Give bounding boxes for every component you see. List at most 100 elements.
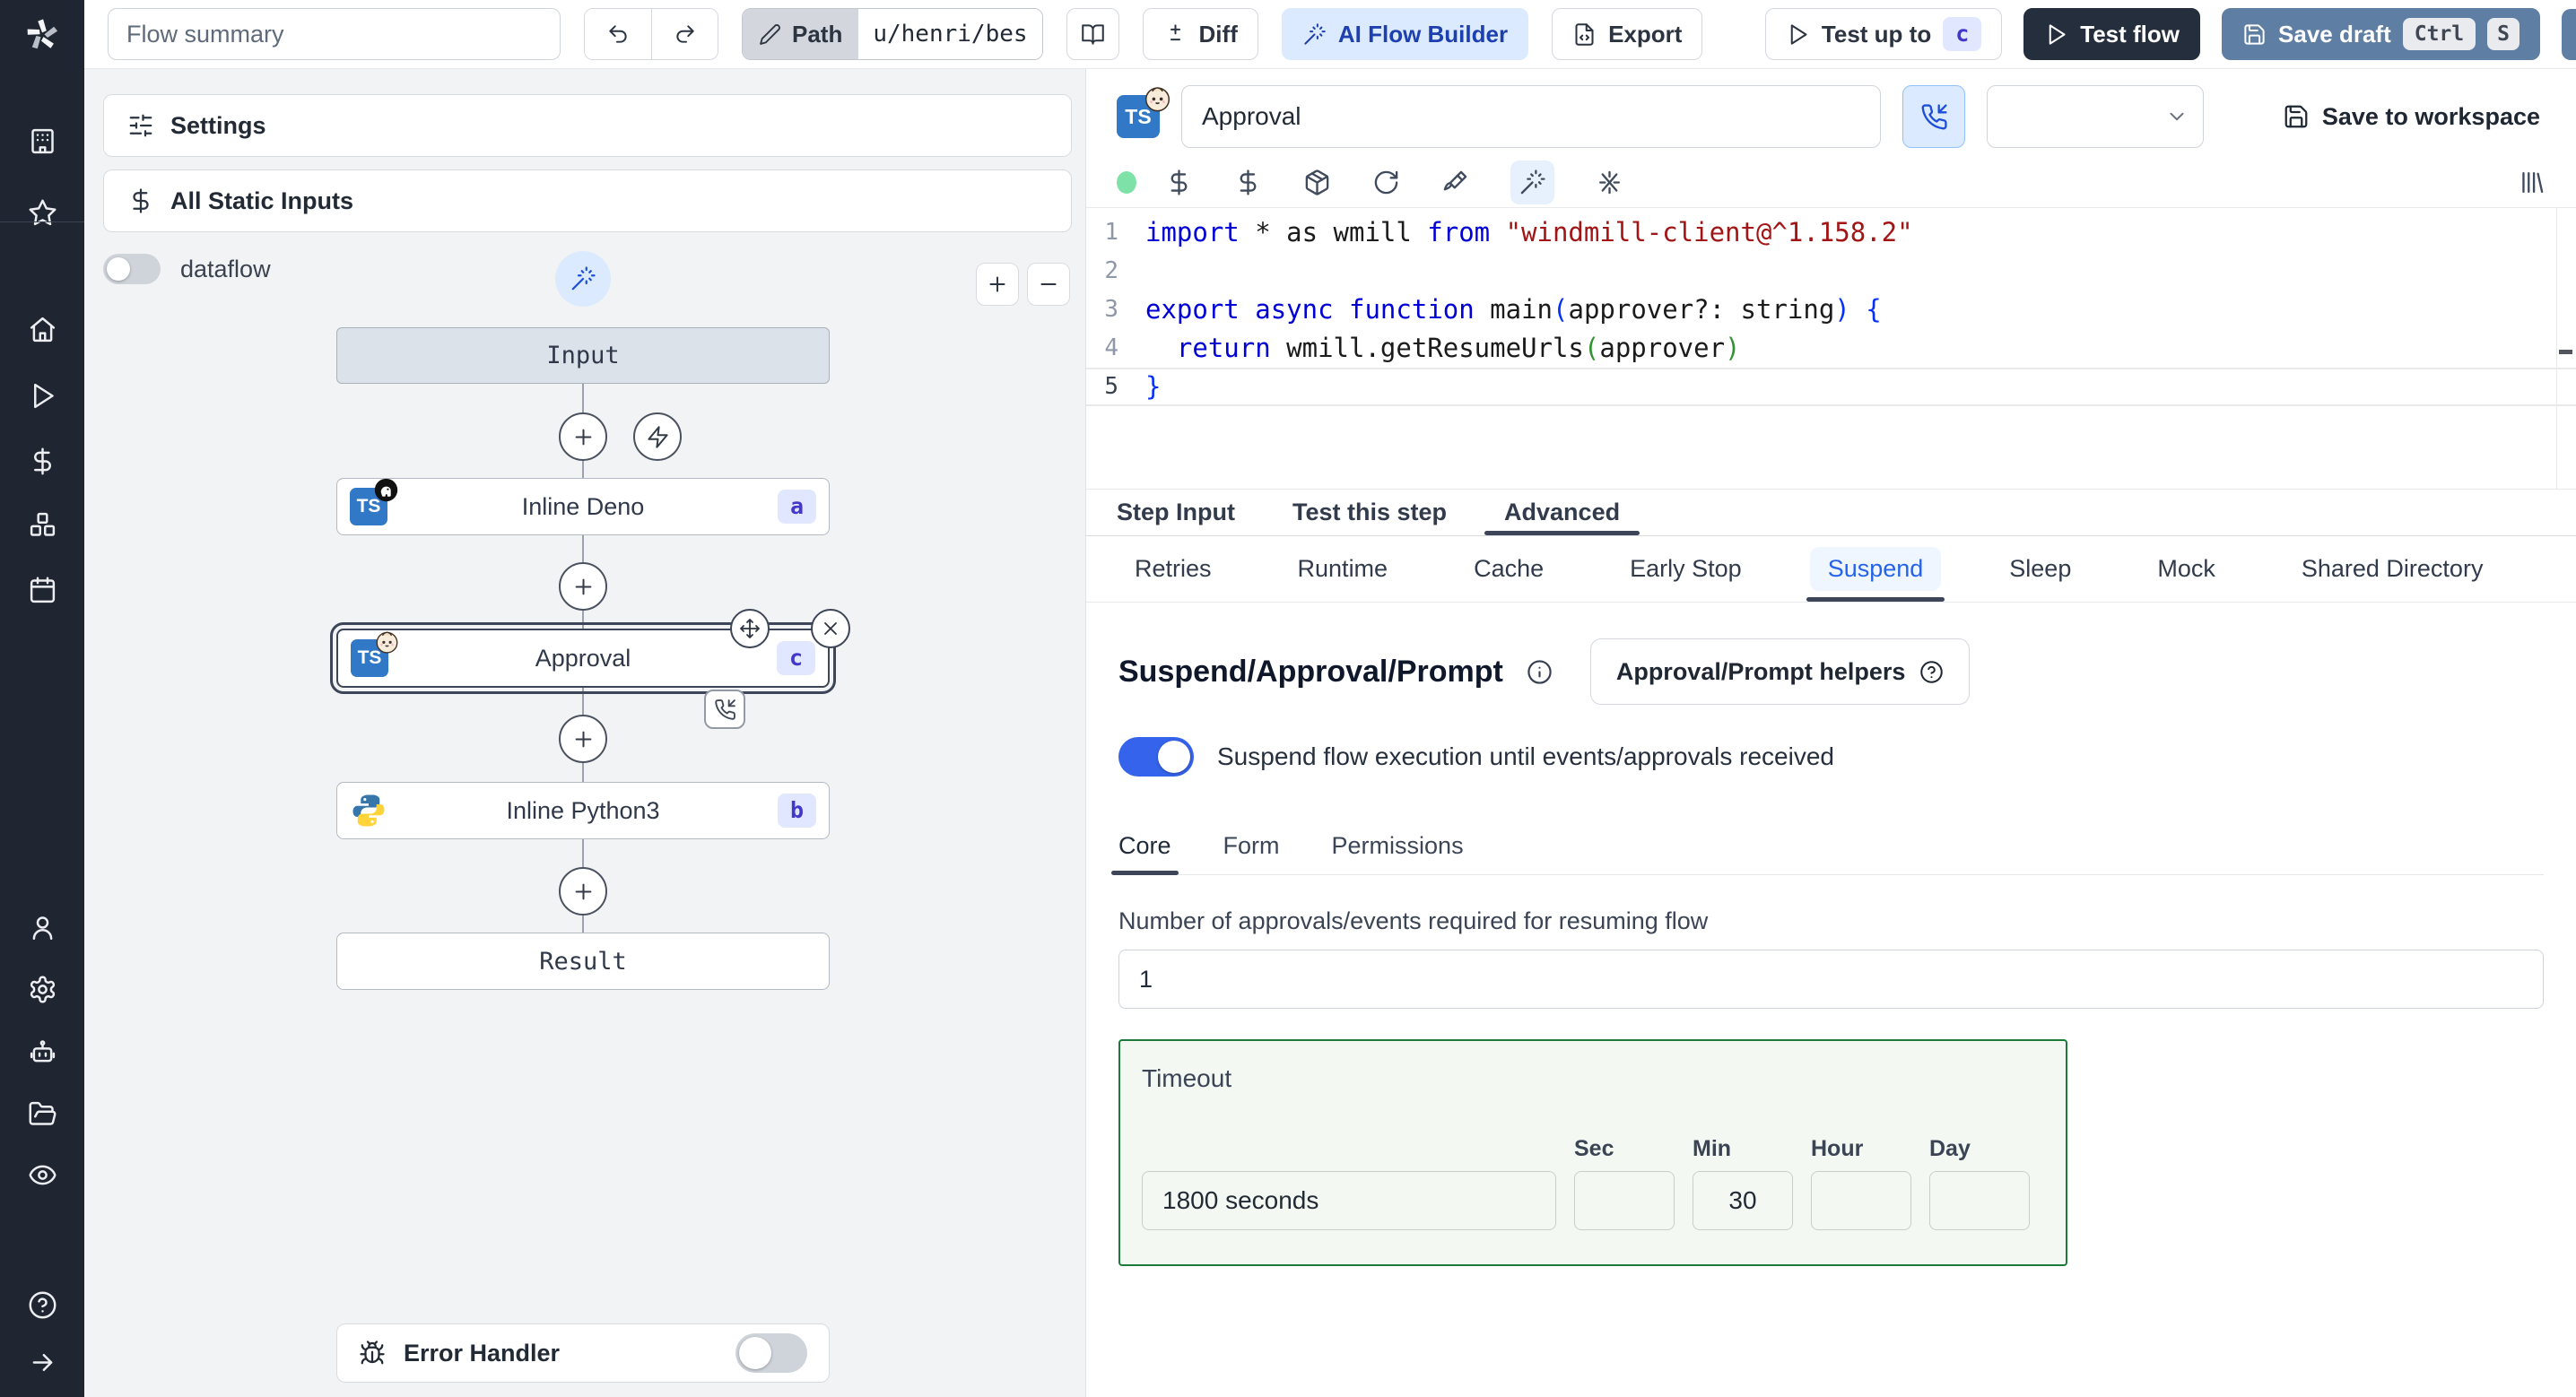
path-label-segment: Path: [743, 9, 859, 59]
sidebar-item-home[interactable]: [0, 311, 84, 347]
flow-node-inline-python3[interactable]: Inline Python3 b: [336, 782, 830, 839]
timeout-unit-sec: Sec: [1574, 1136, 1675, 1230]
suspend-enabled-toggle[interactable]: [1118, 737, 1194, 777]
approvals-count-input[interactable]: [1118, 950, 2544, 1009]
dollar-icon: [28, 447, 57, 476]
timeout-min-input[interactable]: [1693, 1171, 1793, 1230]
timeout-sec-input[interactable]: [1574, 1171, 1675, 1230]
node-id-badge: c: [776, 641, 815, 675]
tab-test-this-step[interactable]: Test this step: [1292, 490, 1447, 535]
sidebar-item-workers[interactable]: [0, 1034, 84, 1070]
flow-node-approval-selected[interactable]: TS Approval c: [330, 609, 850, 729]
tab-runtime[interactable]: Runtime: [1280, 536, 1406, 602]
tab-core[interactable]: Core: [1111, 832, 1179, 875]
package-tool-button[interactable]: [1303, 169, 1331, 196]
dataflow-label: dataflow: [180, 255, 271, 282]
info-icon[interactable]: [1527, 659, 1553, 685]
error-handler-toggle[interactable]: [735, 1333, 807, 1373]
flow-summary-input[interactable]: [108, 8, 561, 60]
sidebar-item-resources[interactable]: [0, 507, 84, 542]
suspend-approval-indicator[interactable]: [704, 690, 745, 729]
test-up-to-button[interactable]: Test up to c: [1764, 8, 2003, 60]
plus-icon: [571, 880, 596, 904]
timeout-summary-input[interactable]: [1142, 1171, 1556, 1230]
tab-step-input[interactable]: Step Input: [1117, 490, 1235, 535]
eye-icon: [28, 1160, 57, 1190]
variables-tool-button[interactable]: [1165, 169, 1193, 196]
undo-redo-group: [584, 8, 718, 60]
sidebar-item-help[interactable]: [0, 1287, 84, 1323]
tab-form[interactable]: Form: [1223, 832, 1280, 874]
script-library-button[interactable]: [2518, 169, 2546, 196]
tab-advanced[interactable]: Advanced: [1484, 490, 1640, 535]
timeout-day-input[interactable]: [1929, 1171, 2030, 1230]
tab-label: Step Input: [1117, 499, 1235, 525]
insert-step-button[interactable]: [559, 867, 607, 915]
timeout-unit-day: Day: [1929, 1136, 2030, 1230]
save-to-workspace-button[interactable]: Save to workspace: [2283, 103, 2540, 131]
suspend-header: Suspend/Approval/Prompt Approval/Prompt …: [1118, 638, 2544, 705]
zoom-in-button[interactable]: [976, 263, 1019, 306]
error-handler-label: Error Handler: [404, 1339, 561, 1367]
format-tool-button[interactable]: [1441, 169, 1469, 196]
flow-node-inline-deno[interactable]: TS Inline Deno a: [336, 478, 830, 535]
tab-suspend[interactable]: Suspend: [1806, 536, 1945, 602]
ai-gen-tool-button[interactable]: [1510, 160, 1554, 204]
suspend-approval-badge-button[interactable]: [1902, 85, 1965, 148]
sidebar-item-favorites[interactable]: [0, 195, 84, 230]
tab-cache[interactable]: Cache: [1456, 536, 1562, 602]
undo-button[interactable]: [585, 9, 651, 59]
docs-button[interactable]: [1066, 8, 1119, 60]
timeout-hour-input[interactable]: [1811, 1171, 1911, 1230]
dataflow-toggle[interactable]: [103, 254, 161, 284]
all-static-inputs-button[interactable]: All Static Inputs: [103, 169, 1072, 232]
sidebar-expand-button[interactable]: [0, 1344, 84, 1380]
tab-permissions[interactable]: Permissions: [1332, 832, 1464, 874]
tab-shared-directory[interactable]: Shared Directory: [2284, 536, 2502, 602]
ai-flow-builder-button[interactable]: AI Flow Builder: [1281, 8, 1529, 60]
sidebar-item-variables[interactable]: [0, 443, 84, 479]
flow-node-input[interactable]: Input: [336, 327, 830, 384]
sidebar-item-folders[interactable]: [0, 1096, 84, 1132]
sidebar-item-schedules[interactable]: [0, 572, 84, 608]
sidebar-item-settings[interactable]: [0, 971, 84, 1007]
editor-minimap[interactable]: [2556, 208, 2576, 489]
tab-early-stop[interactable]: Early Stop: [1612, 536, 1760, 602]
insert-step-button[interactable]: [559, 715, 607, 763]
sidebar-item-users[interactable]: [0, 909, 84, 945]
export-button[interactable]: Export: [1552, 8, 1703, 60]
move-node-handle[interactable]: [730, 609, 770, 648]
resources-tool-button[interactable]: [1234, 169, 1262, 196]
trigger-button[interactable]: [633, 412, 682, 461]
tab-mock[interactable]: Mock: [2139, 536, 2233, 602]
flow-ai-assistant-button[interactable]: [555, 251, 611, 307]
sidebar-item-workspace[interactable]: [0, 123, 84, 159]
diff-icon: [1163, 22, 1188, 47]
ai-fix-tool-button[interactable]: [1596, 169, 1623, 196]
diff-button[interactable]: Diff: [1142, 8, 1258, 60]
step-name-input[interactable]: [1181, 85, 1881, 148]
deploy-button-clipped[interactable]: [2562, 9, 2576, 60]
sidebar-item-audit[interactable]: [0, 1157, 84, 1193]
code-lines[interactable]: 1 import * as wmill from "windmill-client…: [1086, 213, 2576, 406]
path-button[interactable]: Path u/henri/bes: [742, 8, 1043, 60]
test-flow-button[interactable]: Test flow: [2023, 8, 2201, 60]
tab-retries[interactable]: Retries: [1117, 536, 1230, 602]
approval-prompt-helpers-button[interactable]: Approval/Prompt helpers: [1589, 638, 1971, 705]
suspend-subtabs: Core Form Permissions: [1111, 832, 2544, 875]
insert-step-button[interactable]: [559, 562, 607, 611]
flow-settings-button[interactable]: Settings: [103, 94, 1072, 157]
export-file-icon: [1572, 22, 1597, 47]
reload-tool-button[interactable]: [1372, 169, 1400, 196]
step-template-select[interactable]: [1987, 85, 2204, 148]
save-draft-button[interactable]: Save draft Ctrl S: [2222, 8, 2540, 60]
tab-sleep[interactable]: Sleep: [1991, 536, 2089, 602]
delete-node-button[interactable]: [811, 609, 850, 648]
flow-node-result[interactable]: Result: [336, 933, 830, 990]
redo-button[interactable]: [651, 9, 718, 59]
sidebar-item-runs[interactable]: [0, 377, 84, 413]
error-handler-node[interactable]: Error Handler: [336, 1323, 830, 1383]
zoom-out-button[interactable]: [1027, 263, 1070, 306]
insert-step-button[interactable]: [559, 412, 607, 461]
windmill-logo[interactable]: [0, 0, 84, 69]
